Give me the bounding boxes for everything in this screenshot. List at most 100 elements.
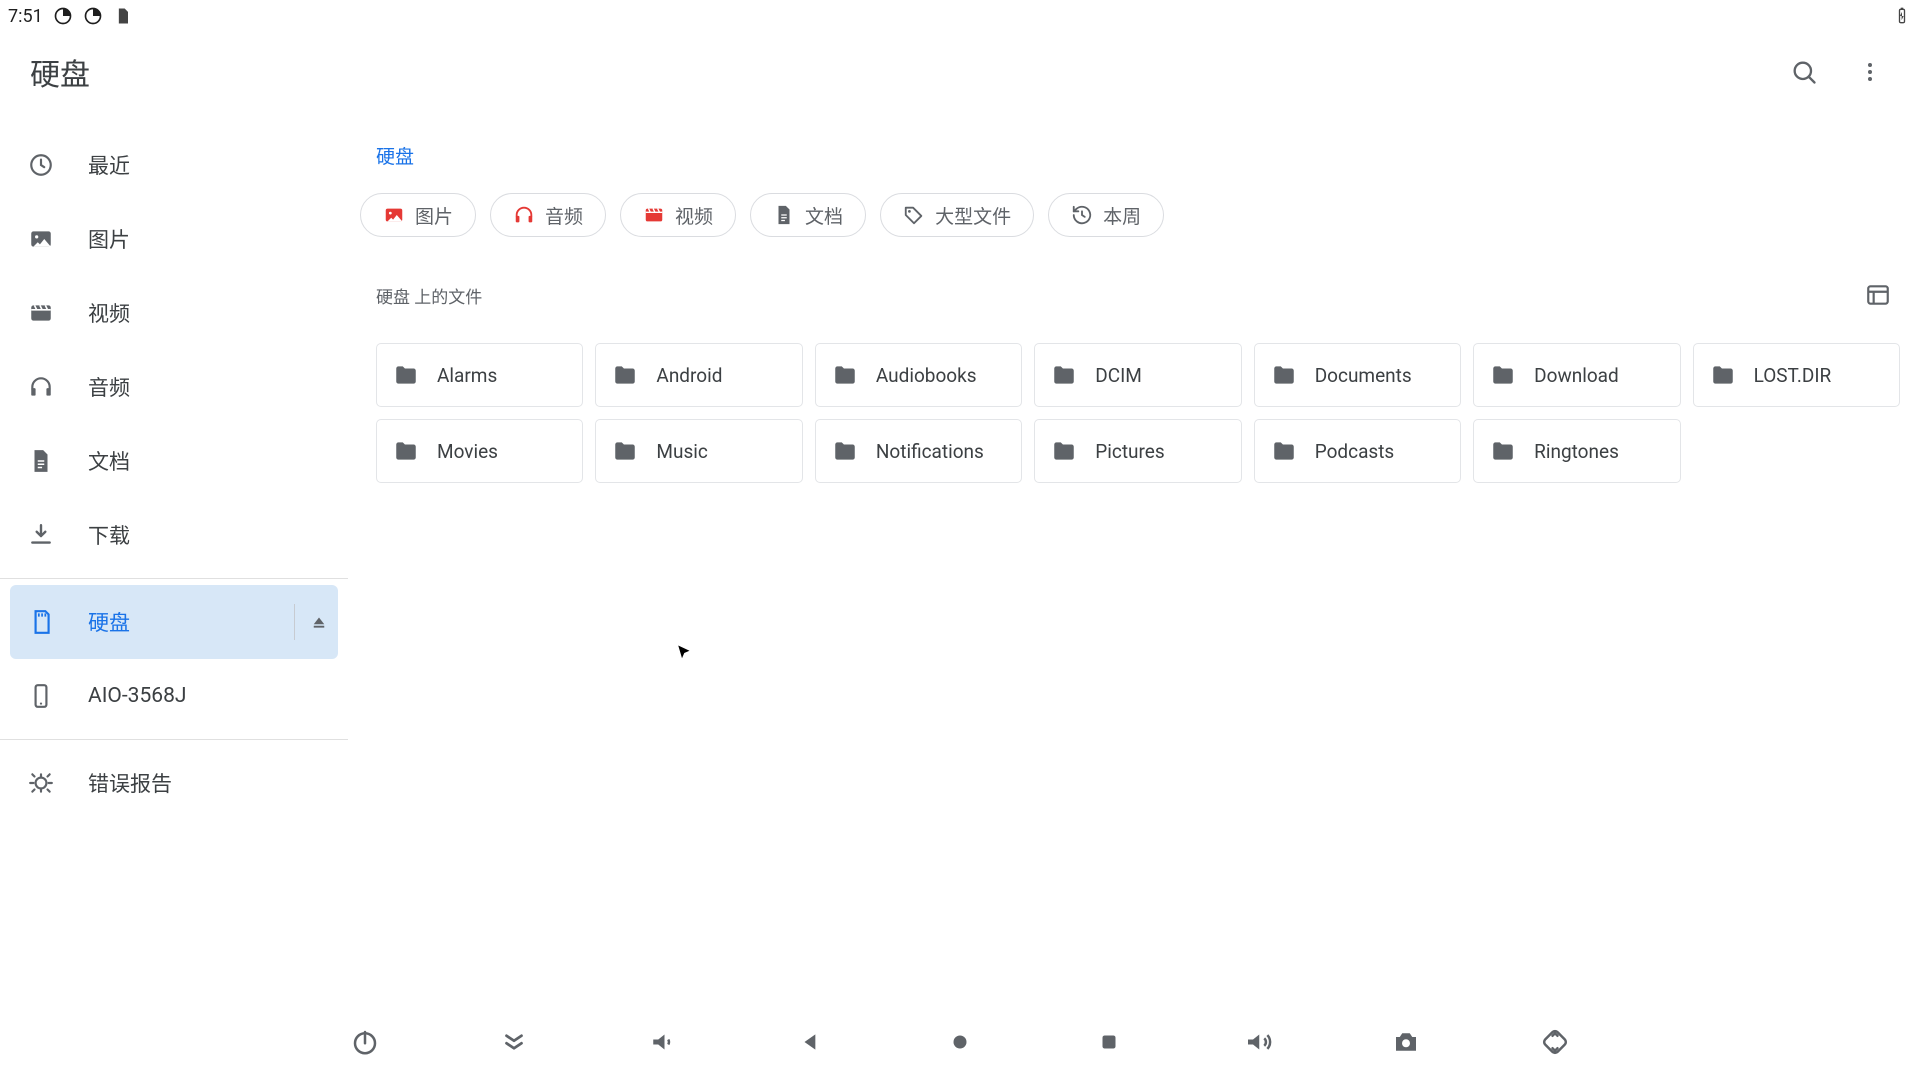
video-icon [28, 300, 54, 326]
app-title: 硬盘 [30, 50, 90, 94]
folder-name: Music [656, 440, 707, 463]
chevrons-down-icon [499, 1027, 529, 1057]
back-button[interactable] [787, 1018, 835, 1066]
document-icon [773, 204, 795, 226]
more-options-button[interactable] [1852, 54, 1888, 90]
battery-icon [1892, 6, 1912, 26]
status-time: 7:51 [8, 6, 43, 27]
folder-podcasts[interactable]: Podcasts [1254, 419, 1461, 483]
document-icon [28, 448, 54, 474]
volume-down-icon [647, 1027, 677, 1057]
chip-documents[interactable]: 文档 [750, 193, 866, 237]
sidebar-item-images[interactable]: 图片 [0, 202, 348, 276]
expand-button[interactable] [490, 1018, 538, 1066]
volume-up-button[interactable] [1234, 1018, 1282, 1066]
folder-grid: Alarms Android Audiobooks DCIM Documents… [360, 343, 1900, 483]
folder-documents[interactable]: Documents [1254, 343, 1461, 407]
folder-icon [832, 438, 858, 464]
sidebar-item-disk[interactable]: 硬盘 [10, 585, 338, 659]
sidebar-item-videos[interactable]: 视频 [0, 276, 348, 350]
sidebar-item-documents[interactable]: 文档 [0, 424, 348, 498]
breadcrumb[interactable]: 硬盘 [360, 128, 1900, 193]
sidebar-separator [0, 739, 348, 740]
folder-name: Notifications [876, 440, 984, 463]
search-button[interactable] [1786, 54, 1822, 90]
recents-icon [1096, 1029, 1122, 1055]
camera-icon [1391, 1027, 1421, 1057]
toggle-list-view-button[interactable] [1860, 277, 1896, 313]
folder-notifications[interactable]: Notifications [815, 419, 1022, 483]
chip-label: 音频 [545, 202, 583, 229]
chip-videos[interactable]: 视频 [620, 193, 736, 237]
sd-card-icon [28, 609, 54, 635]
folder-dcim[interactable]: DCIM [1034, 343, 1241, 407]
image-icon [28, 226, 54, 252]
sidebar-item-label: AIO-3568J [88, 684, 186, 708]
sidebar-separator [0, 578, 348, 579]
screenshot-button[interactable] [1382, 1018, 1430, 1066]
folder-android[interactable]: Android [595, 343, 802, 407]
folder-ringtones[interactable]: Ringtones [1473, 419, 1680, 483]
clock-icon [28, 152, 54, 178]
folder-name: Pictures [1095, 440, 1164, 463]
power-button[interactable] [341, 1018, 389, 1066]
sidebar-item-label: 硬盘 [88, 607, 130, 637]
eject-button[interactable] [294, 604, 330, 640]
android-nav-bar [0, 1004, 1920, 1080]
power-icon [350, 1027, 380, 1057]
section-title: 硬盘 上的文件 [376, 283, 482, 308]
headphones-icon [513, 204, 535, 226]
app-bar: 硬盘 [0, 36, 1920, 108]
folder-icon [393, 438, 419, 464]
folder-name: Ringtones [1534, 440, 1619, 463]
volume-up-icon [1243, 1027, 1273, 1057]
sidebar-item-label: 视频 [88, 298, 130, 328]
rotate-icon [1540, 1027, 1570, 1057]
folder-name: Audiobooks [876, 364, 977, 387]
folder-icon [612, 362, 638, 388]
data-usage-icon [53, 6, 73, 26]
sidebar-item-bugreport[interactable]: 错误报告 [0, 746, 348, 820]
volume-down-button[interactable] [638, 1018, 686, 1066]
folder-pictures[interactable]: Pictures [1034, 419, 1241, 483]
folder-name: DCIM [1095, 364, 1142, 387]
chip-images[interactable]: 图片 [360, 193, 476, 237]
folder-icon [1490, 438, 1516, 464]
chip-audio[interactable]: 音频 [490, 193, 606, 237]
chip-large-files[interactable]: 大型文件 [880, 193, 1034, 237]
sidebar-item-audio[interactable]: 音频 [0, 350, 348, 424]
folder-icon [1051, 438, 1077, 464]
folder-name: Alarms [437, 364, 497, 387]
sidebar-item-downloads[interactable]: 下载 [0, 498, 348, 572]
recents-button[interactable] [1085, 1018, 1133, 1066]
folder-lostdir[interactable]: LOST.DIR [1693, 343, 1900, 407]
folder-name: Podcasts [1315, 440, 1395, 463]
chip-label: 图片 [415, 202, 453, 229]
folder-name: Documents [1315, 364, 1412, 387]
tag-icon [903, 204, 925, 226]
chip-label: 本周 [1103, 202, 1141, 229]
sidebar: 最近 图片 视频 音频 文档 下载 硬盘 AIO-3568J 错误报告 [0, 128, 348, 820]
sidebar-item-recent[interactable]: 最近 [0, 128, 348, 202]
folder-download[interactable]: Download [1473, 343, 1680, 407]
home-button[interactable] [936, 1018, 984, 1066]
list-view-icon [1865, 282, 1891, 308]
folder-movies[interactable]: Movies [376, 419, 583, 483]
sidebar-item-label: 下载 [88, 520, 130, 550]
history-icon [1071, 204, 1093, 226]
folder-name: LOST.DIR [1754, 364, 1832, 387]
chip-this-week[interactable]: 本周 [1048, 193, 1164, 237]
folder-music[interactable]: Music [595, 419, 802, 483]
headphones-icon [28, 374, 54, 400]
folder-audiobooks[interactable]: Audiobooks [815, 343, 1022, 407]
folder-alarms[interactable]: Alarms [376, 343, 583, 407]
sidebar-item-device[interactable]: AIO-3568J [0, 659, 348, 733]
folder-name: Download [1534, 364, 1619, 387]
rotate-button[interactable] [1531, 1018, 1579, 1066]
image-icon [383, 204, 405, 226]
download-icon [28, 522, 54, 548]
folder-name: Movies [437, 440, 498, 463]
bug-icon [28, 770, 54, 796]
video-icon [643, 204, 665, 226]
sidebar-item-label: 错误报告 [88, 768, 172, 798]
